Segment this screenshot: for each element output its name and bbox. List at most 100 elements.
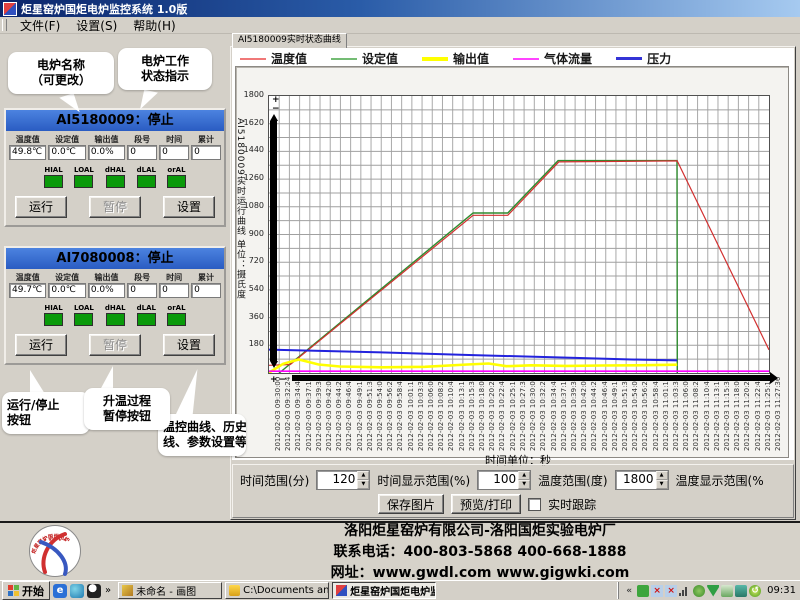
callout-tail bbox=[176, 367, 198, 417]
field-value: 0 bbox=[127, 283, 157, 298]
indicator-label: dLAL bbox=[137, 304, 156, 312]
start-button[interactable]: 开始 bbox=[2, 581, 50, 600]
legend-swatch bbox=[422, 57, 448, 61]
x-tick-label: 2012-02-03 09:49:12 bbox=[356, 381, 364, 451]
menu-settings[interactable]: 设置(S) bbox=[68, 16, 125, 35]
settings-button[interactable]: 设置 bbox=[163, 334, 215, 356]
y-axis-slider[interactable] bbox=[270, 121, 277, 361]
messenger-icon[interactable] bbox=[70, 584, 84, 598]
device-panel-2: AI7080008：停止 温度值49.7℃设定值0.0℃输出值0.0%段号0时间… bbox=[4, 246, 226, 365]
x-tick-label: 2012-02-03 09:58:48 bbox=[396, 381, 404, 451]
y-scroll-up-icon[interactable] bbox=[270, 114, 278, 121]
tray-app1-icon[interactable] bbox=[721, 585, 733, 597]
field-group: 设定值0.0℃ bbox=[48, 134, 85, 160]
callout-tail bbox=[30, 370, 45, 394]
alarm-indicator: dHAL bbox=[105, 166, 126, 188]
spin-up-icon[interactable]: ▲ bbox=[656, 471, 668, 480]
x-axis-slider[interactable] bbox=[292, 375, 770, 381]
legend-label: 温度值 bbox=[271, 50, 307, 67]
x-tick-label: 2012-02-03 11:03:36 bbox=[672, 381, 680, 451]
y-axis-title: AI5180009实时运行曲线 单位：摄氏度 bbox=[234, 118, 247, 368]
y-zoom-out-icon[interactable]: − bbox=[272, 105, 280, 113]
spin-up-icon[interactable]: ▲ bbox=[518, 471, 530, 480]
tray-shield-icon[interactable] bbox=[707, 585, 719, 597]
x-tick-label: 2012-02-03 10:10:48 bbox=[447, 381, 455, 451]
time-range-spinner[interactable]: 120 ▲▼ bbox=[316, 470, 370, 490]
spin-up-icon[interactable]: ▲ bbox=[357, 471, 369, 480]
tray-signal-icon[interactable] bbox=[679, 586, 691, 596]
tab-realtime-curve[interactable]: AI5180009实时状态曲线 bbox=[232, 33, 347, 48]
x-zoom-out-icon[interactable]: − bbox=[279, 376, 287, 384]
alarm-indicator: orAL bbox=[167, 304, 186, 326]
temp-range-label: 温度范围(度) bbox=[538, 472, 607, 489]
spin-down-icon[interactable]: ▼ bbox=[656, 480, 668, 489]
alarm-indicator: LOAL bbox=[74, 166, 94, 188]
tray-app2-icon[interactable] bbox=[735, 585, 747, 597]
x-tick-label: 2012-02-03 10:15:36 bbox=[468, 381, 476, 451]
x-tick-label: 2012-02-03 10:46:48 bbox=[601, 381, 609, 451]
preview-print-button[interactable]: 预览/打印 bbox=[451, 494, 521, 514]
x-scroll-right-icon[interactable] bbox=[770, 372, 778, 384]
y-tick-label: 360 bbox=[240, 312, 264, 321]
legend-swatch bbox=[513, 58, 539, 60]
x-tick-label: 2012-02-03 10:44:24 bbox=[590, 381, 598, 451]
tray-update-icon[interactable]: ↺ bbox=[749, 585, 761, 597]
indicator-label: LOAL bbox=[74, 166, 94, 174]
x-tick-label: 2012-02-03 09:46:48 bbox=[345, 381, 353, 451]
y-zoom-in-icon[interactable]: + bbox=[272, 96, 280, 104]
window-titlebar[interactable]: 炬星窑炉国炬电炉监控系统 1.0版 bbox=[0, 0, 800, 17]
x-tick-label: 2012-02-03 10:08:24 bbox=[437, 381, 445, 451]
ie-icon[interactable]: e bbox=[53, 584, 67, 598]
y-scroll-down-icon[interactable] bbox=[270, 361, 278, 368]
indicator-light bbox=[137, 313, 156, 326]
field-value: 0.0% bbox=[88, 283, 125, 298]
menu-file[interactable]: 文件(F) bbox=[12, 16, 68, 35]
task-furnace-monitor[interactable]: 炬星窑炉国炬电炉监... bbox=[332, 582, 436, 599]
x-tick-label: 2012-02-03 09:39:36 bbox=[315, 381, 323, 451]
tray-chevron-icon[interactable]: « bbox=[623, 585, 635, 597]
settings-button[interactable]: 设置 bbox=[163, 196, 215, 218]
x-tick-label: 2012-02-03 09:34:48 bbox=[294, 381, 302, 451]
tray-network-error-icon[interactable]: × bbox=[651, 585, 663, 597]
menu-help[interactable]: 帮助(H) bbox=[125, 16, 183, 35]
x-zoom-in-icon[interactable]: + bbox=[270, 376, 278, 384]
x-tick-label: 2012-02-03 11:13:12 bbox=[713, 381, 721, 451]
x-tick-label: 2012-02-03 09:44:24 bbox=[335, 381, 343, 451]
task-paint[interactable]: 未命名 - 画图 bbox=[118, 582, 222, 599]
device-panel-1: AI5180009：停止 温度值49.8℃设定值0.0℃输出值0.0%段号0时间… bbox=[4, 108, 226, 227]
callout-furnace-name: 电炉名称（可更改） bbox=[8, 52, 114, 94]
task-explorer[interactable]: C:\Documents and Se... bbox=[225, 582, 329, 599]
qq-icon[interactable] bbox=[87, 584, 101, 598]
indicator-light bbox=[44, 175, 63, 188]
spin-down-icon[interactable]: ▼ bbox=[518, 480, 530, 489]
device-panel-title: AI5180009：停止 bbox=[6, 110, 224, 131]
chart-plot[interactable] bbox=[268, 95, 770, 374]
field-group: 段号0 bbox=[127, 134, 157, 160]
y-tick-label: 1080 bbox=[240, 201, 264, 210]
run-button[interactable]: 运行 bbox=[15, 196, 67, 218]
realtime-track-checkbox[interactable] bbox=[528, 498, 541, 511]
time-display-label: 时间显示范围(%) bbox=[377, 472, 470, 489]
indicator-light bbox=[167, 175, 186, 188]
run-button[interactable]: 运行 bbox=[15, 334, 67, 356]
tray-network-error2-icon[interactable]: × bbox=[665, 585, 677, 597]
field-group: 累计0 bbox=[191, 134, 221, 160]
indicator-label: orAL bbox=[167, 304, 186, 312]
legend-item: 压力 bbox=[616, 50, 671, 67]
temp-range-spinner[interactable]: 1800 ▲▼ bbox=[615, 470, 669, 490]
quicklaunch-chevron-icon[interactable]: » bbox=[105, 585, 111, 596]
indicator-label: LOAL bbox=[74, 304, 94, 312]
x-tick-label: 2012-02-03 11:01:12 bbox=[662, 381, 670, 451]
indicator-light bbox=[137, 175, 156, 188]
tray-green-icon[interactable] bbox=[637, 585, 649, 597]
spin-down-icon[interactable]: ▼ bbox=[357, 480, 369, 489]
x-tick-label: 2012-02-03 11:27:36 bbox=[774, 381, 782, 451]
field-value: 0 bbox=[191, 145, 221, 160]
footer-phone: 联系电话：400-803-5868 400-668-1888 bbox=[334, 541, 627, 561]
folder-icon bbox=[229, 585, 240, 596]
save-image-button[interactable]: 保存图片 bbox=[378, 494, 444, 514]
tray-globe-icon[interactable] bbox=[693, 585, 705, 597]
indicator-light bbox=[74, 313, 93, 326]
app-icon bbox=[3, 2, 17, 16]
time-display-spinner[interactable]: 100 ▲▼ bbox=[477, 470, 531, 490]
